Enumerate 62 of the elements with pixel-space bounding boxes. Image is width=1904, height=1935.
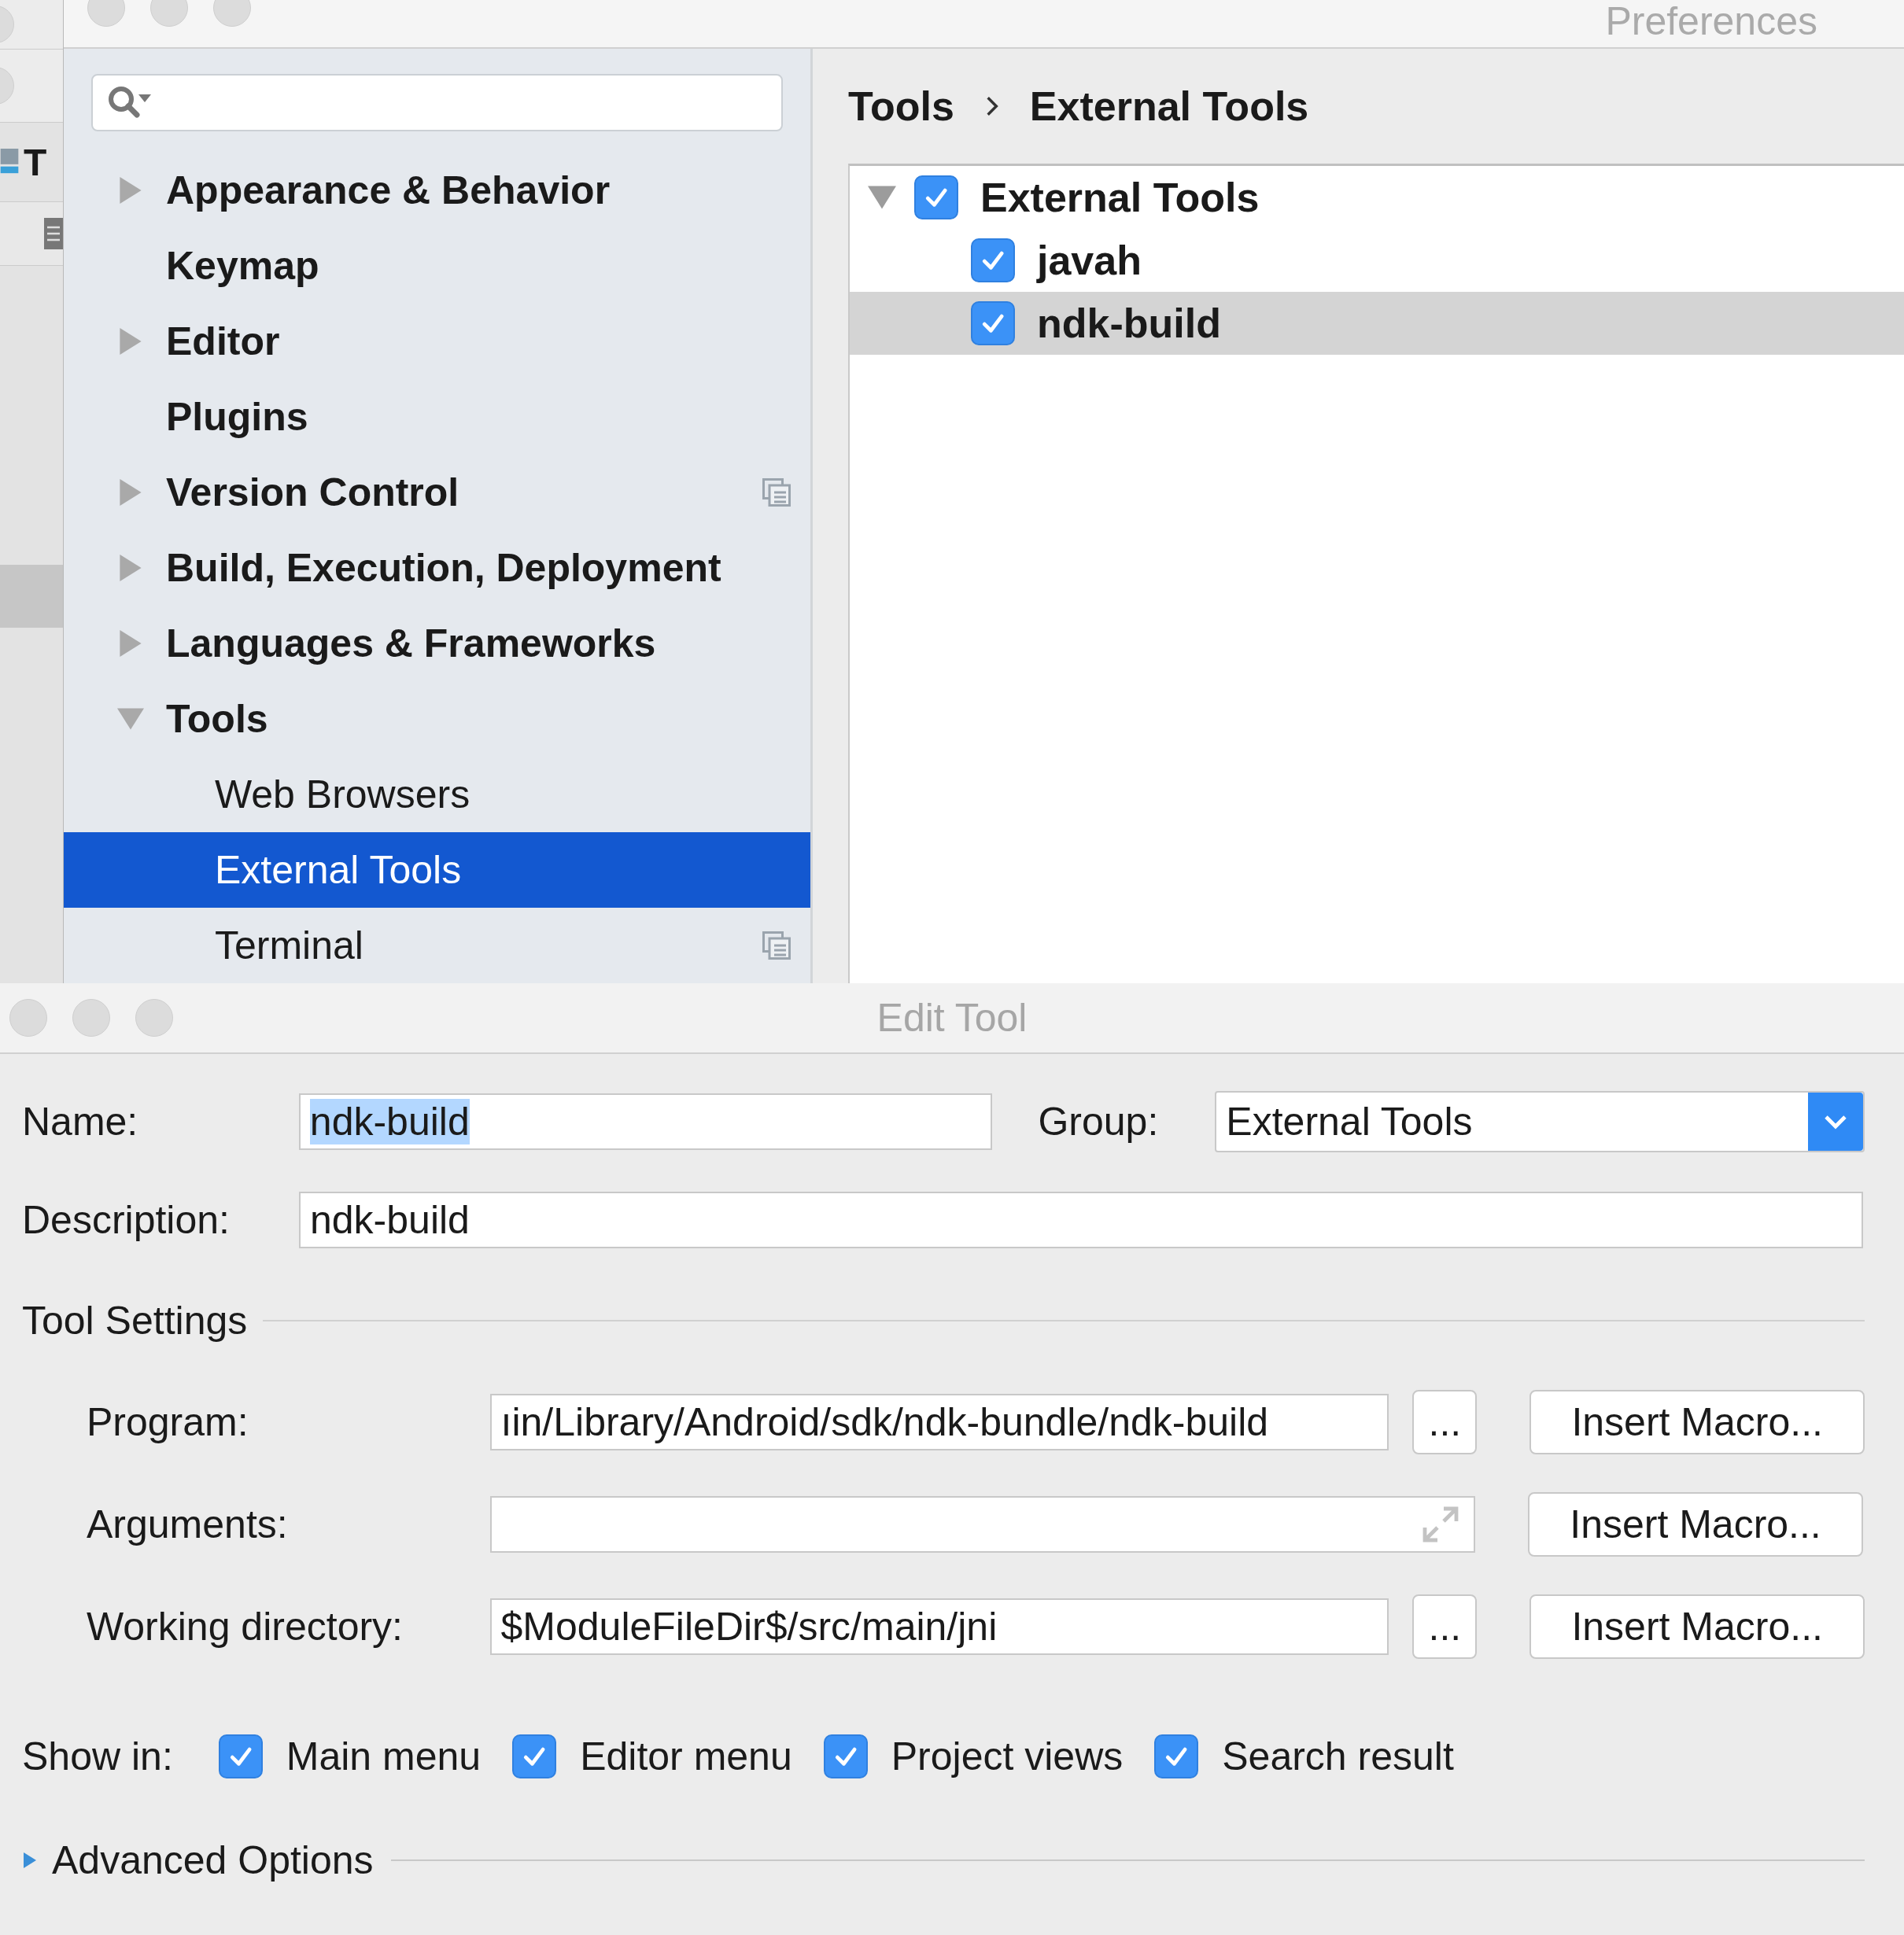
checkbox[interactable] [823, 1734, 868, 1778]
checkbox-label[interactable]: Main menu [286, 1734, 482, 1779]
field-label: Program: [87, 1399, 249, 1445]
window-button[interactable] [9, 999, 47, 1037]
field-label: Arguments: [87, 1502, 289, 1547]
description-field[interactable]: ndk-build [299, 1192, 1863, 1248]
window-title: Preferences [1605, 2, 1817, 41]
window-title: Edit Tool [876, 995, 1028, 1041]
checkbox-label[interactable]: Editor menu [580, 1734, 792, 1779]
sidebar-item[interactable]: Web Browsers [64, 757, 810, 832]
checkbox[interactable] [971, 301, 1015, 345]
chevron-down-icon [1824, 1114, 1847, 1130]
sidebar-item[interactable]: Languages & Frameworks [64, 606, 810, 681]
field-label: Description: [22, 1197, 231, 1243]
checkbox-label[interactable]: Project views [891, 1734, 1124, 1779]
group-dropdown[interactable]: External Tools [1215, 1091, 1865, 1152]
browse-button[interactable]: ... [1412, 1390, 1478, 1454]
field-label: Name: [22, 1099, 139, 1144]
window-button[interactable] [213, 0, 251, 27]
window-button[interactable] [87, 0, 125, 27]
monitor-icon [0, 149, 19, 175]
insert-macro-button[interactable]: Insert Macro... [1529, 1390, 1865, 1454]
field-label: Group: [1038, 1099, 1160, 1144]
sidebar-item[interactable]: Plugins [64, 379, 810, 455]
arguments-field[interactable] [490, 1496, 1475, 1553]
checkbox[interactable] [512, 1734, 557, 1778]
window-button[interactable] [72, 999, 110, 1037]
sidebar-item[interactable]: Tools [64, 681, 810, 757]
browse-button[interactable]: ... [1412, 1594, 1478, 1659]
window-button[interactable] [150, 0, 188, 27]
window-title: T [24, 140, 47, 184]
checkbox-label[interactable]: Search result [1222, 1734, 1454, 1779]
tool-row[interactable]: External Tools [850, 166, 1904, 229]
search-field[interactable] [91, 74, 783, 131]
sidebar-item[interactable]: Version Control [64, 455, 810, 530]
field-label: Working directory: [87, 1604, 404, 1649]
section-title: Tool Settings [22, 1298, 248, 1343]
tool-row[interactable]: ndk-build [850, 292, 1904, 355]
sidebar-item[interactable]: Keymap [64, 228, 810, 304]
sidebar-item[interactable]: Terminal [64, 908, 810, 983]
sidebar-item[interactable]: Build, Execution, Deployment [64, 530, 810, 606]
chevron-icon [985, 95, 998, 117]
advanced-options-toggle[interactable]: Advanced Options [52, 1837, 374, 1883]
sidebar-item[interactable]: Editor [64, 304, 810, 379]
breadcrumb-item[interactable]: External Tools [1029, 83, 1309, 130]
tool-row[interactable]: javah [850, 229, 1904, 292]
checkbox[interactable] [914, 175, 958, 219]
window-button[interactable] [135, 999, 173, 1037]
breadcrumb-item[interactable]: Tools [848, 83, 954, 130]
insert-macro-button[interactable]: Insert Macro... [1529, 1594, 1865, 1659]
collapsed-arrow-icon[interactable] [22, 1852, 38, 1868]
insert-macro-button[interactable]: Insert Macro... [1528, 1492, 1863, 1557]
checkbox[interactable] [1154, 1734, 1199, 1778]
checkbox[interactable] [218, 1734, 263, 1778]
text-field[interactable]: $ModuleFileDir$/src/main/jni [489, 1598, 1389, 1655]
sidebar-item[interactable]: External Tools [64, 832, 810, 908]
text-field[interactable]: ıin/Library/Android/sdk/ndk-bundle/ndk-build [489, 1394, 1389, 1450]
name-field[interactable]: ndk-build [298, 1093, 993, 1150]
sidebar-item[interactable]: Appearance & Behavior [64, 153, 810, 228]
checkbox[interactable] [971, 238, 1015, 282]
field-label: Show in: [22, 1734, 173, 1779]
expand-icon[interactable] [1422, 1506, 1459, 1543]
